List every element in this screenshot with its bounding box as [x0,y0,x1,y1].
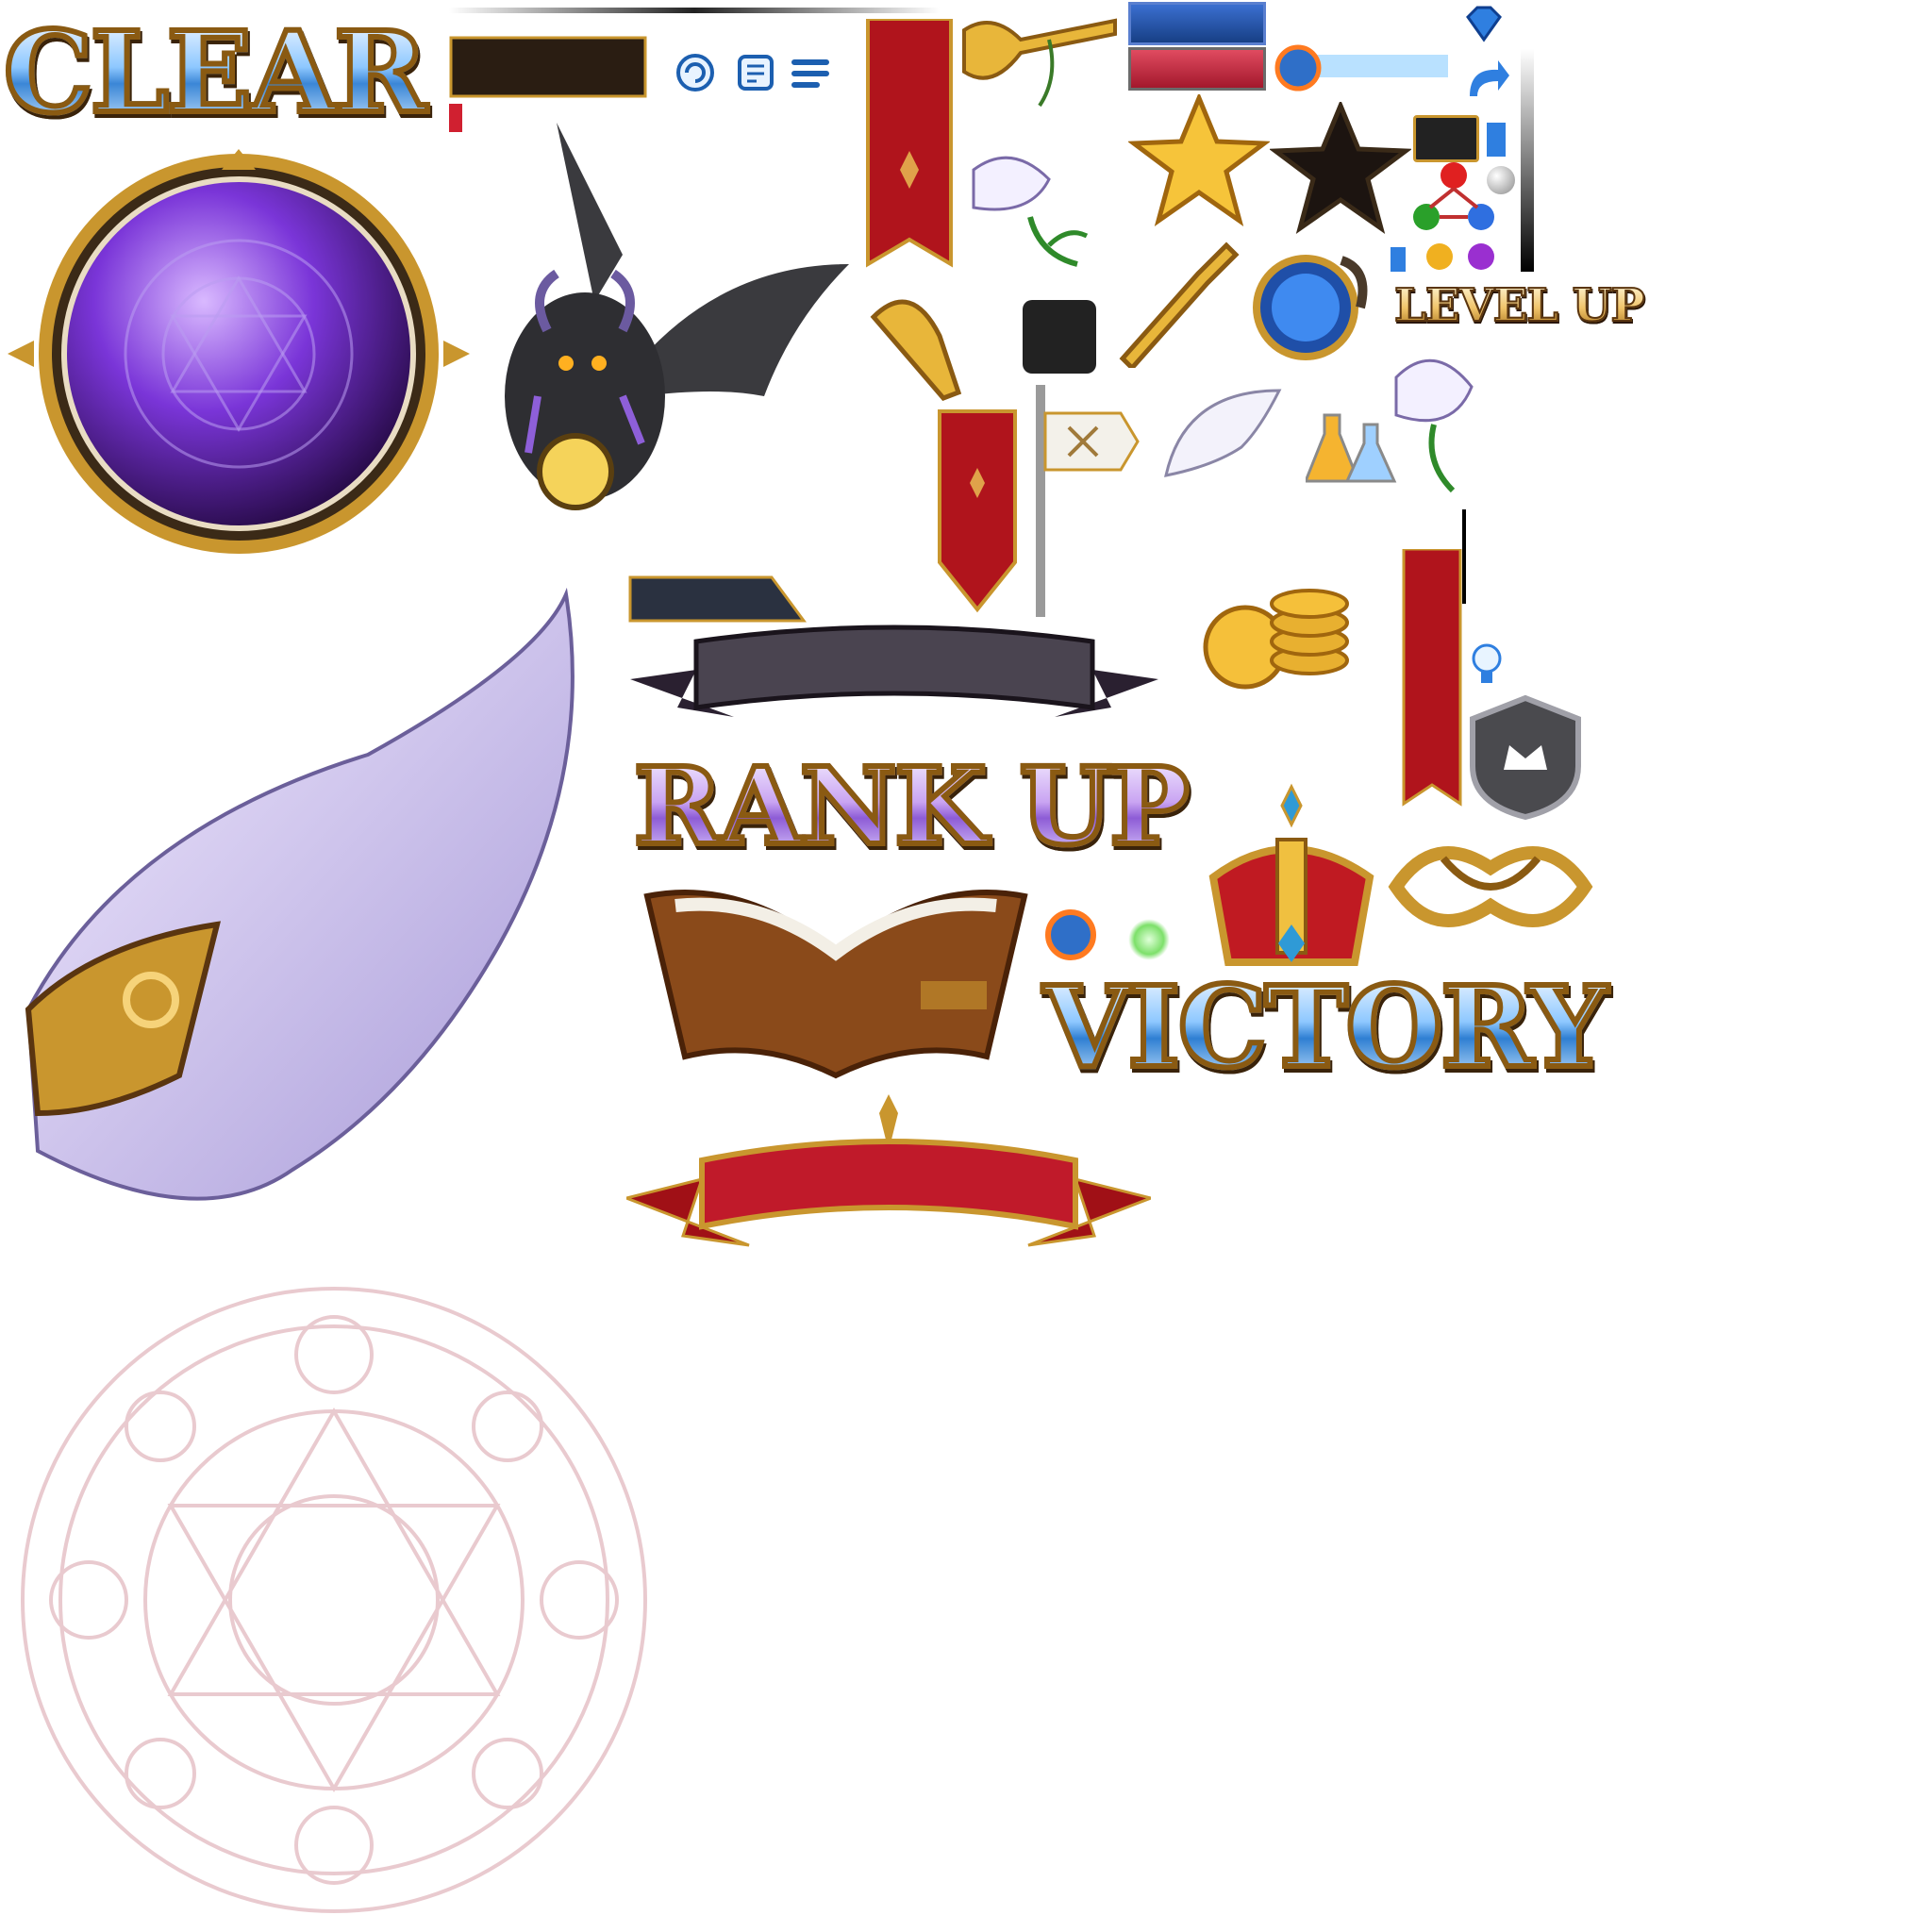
element-cycle-icon [1413,162,1494,270]
knot-ornament-icon [1388,846,1593,927]
clear-title: CLEAR [1,7,429,138]
open-book [638,877,1034,1085]
flame-small-icon [1045,909,1096,960]
crown [1204,783,1379,972]
red-ribbon [622,1094,1156,1264]
crown-icon [1208,783,1374,966]
magic-circle [13,1279,655,1921]
dark-bar-graphic [628,575,807,623]
gold-coins [1198,562,1358,694]
red-bar [1128,47,1266,91]
small-red-block [449,104,462,132]
potion-icon [1303,413,1397,483]
angel-wing-icon [25,587,575,1201]
gold-star [1126,92,1272,226]
small-wing [1157,381,1289,494]
blue-orb-icon [1253,255,1368,360]
magic-circle-icon [21,1287,647,1913]
red-banner-hanging [866,17,953,285]
victory-title: VICTORY [1041,961,1610,1092]
element-cycle [1411,160,1496,274]
flame-badge-icon [1274,44,1448,92]
blue-chip [1487,123,1506,157]
trumpet-top [955,11,1124,115]
lily-top [955,142,1106,278]
bar-frame-graphic [449,36,647,98]
star-dark-icon [1268,99,1413,234]
dark-ribbon [630,623,1158,745]
potion-bottles [1303,406,1400,500]
dark-ribbon-icon [630,625,1158,717]
rank-up-title: RANK UP [631,745,1192,869]
gem-icon [1466,6,1502,42]
dark-label-bar [628,575,808,623]
line-top [449,8,940,13]
lily-right-icon [1394,358,1474,493]
trumpet-banner [864,289,1034,619]
lightbulb-icon [1472,643,1502,683]
shield-crown-icon [1470,694,1581,821]
lightbulb [1470,641,1504,689]
green-sparkle [1128,919,1170,960]
refresh-icon [675,53,715,92]
purple-orb-frame [8,142,470,557]
flame-badge-top [1274,42,1453,94]
curved-arrow-icon [1470,60,1509,96]
demon-dragon-icon [505,123,849,510]
gem-small [1460,6,1507,43]
gold-coins-icon [1203,589,1349,690]
small-horn [1113,236,1245,372]
dark-chip [1413,115,1479,162]
flame-badge-small [1041,906,1100,964]
map-icon [736,53,775,92]
wing-small-icon [1164,389,1282,477]
lily-right [1387,340,1481,500]
white-flag-icon [1036,385,1140,617]
blue-square-small [1391,247,1406,272]
purple-orb-icon [8,149,470,554]
open-book-icon [643,890,1028,1079]
arrow-curve [1462,55,1509,102]
tall-red-banner [1402,547,1462,819]
tall-banner-icon [1402,547,1462,807]
progress-bar-frame [449,36,647,98]
angel-wing-large [9,585,613,1245]
gold-knot-ornament [1387,830,1594,953]
black-line-right [1462,509,1466,604]
level-up-title: LEVEL UP [1393,279,1646,332]
vertical-gradient-bar [1521,49,1534,272]
horn-icon [1119,242,1240,372]
blue-bar [1128,2,1266,45]
white-flag [1026,385,1140,617]
lily-icon [972,156,1089,267]
shield-crown [1466,694,1585,821]
dark-star [1268,99,1413,234]
trumpet-icon [962,18,1117,108]
blue-orb-small [1247,242,1370,369]
red-banner-icon [866,17,953,268]
red-ribbon-icon [622,1094,1156,1247]
demon-dragon-character [481,113,858,575]
trumpet-banner-icon [870,299,1017,613]
menu-icon [791,55,830,92]
star-gold-icon [1126,92,1272,226]
